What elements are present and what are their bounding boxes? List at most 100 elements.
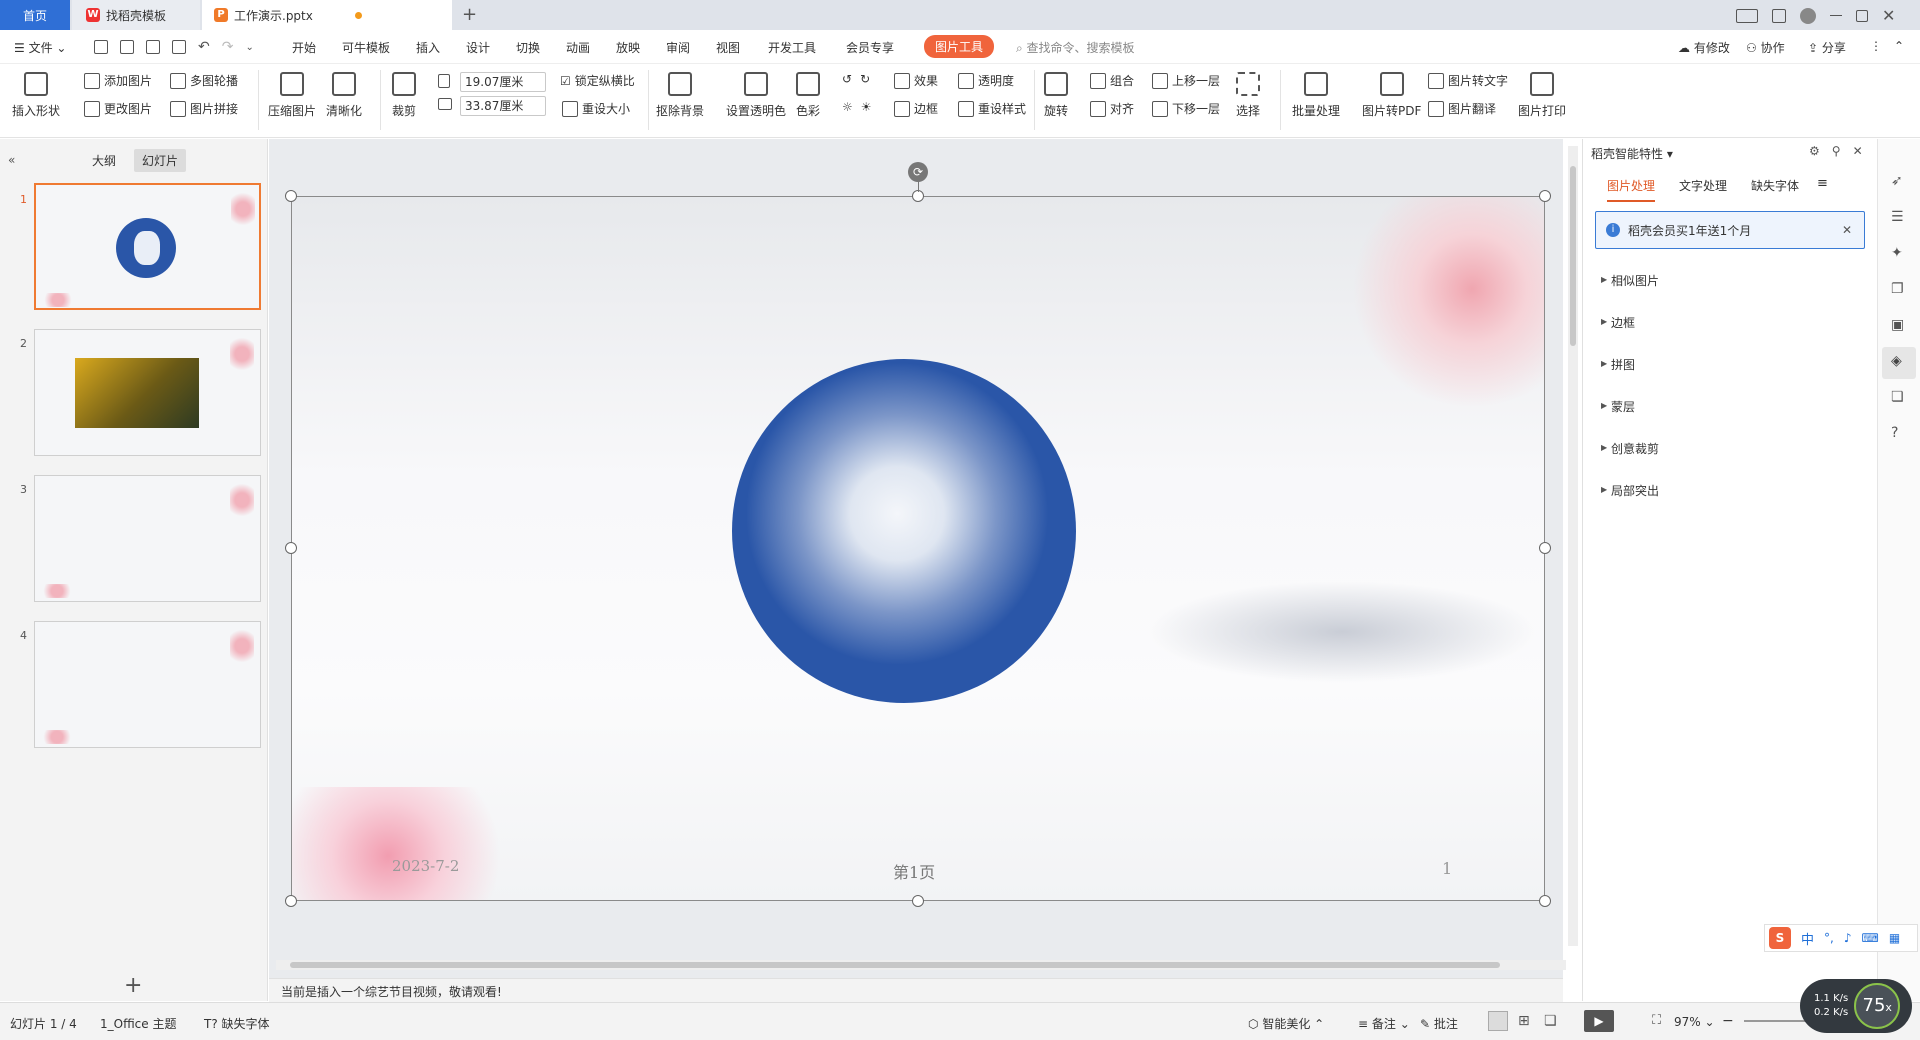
missing-font-button[interactable]: T? 缺失字体 [204,1015,270,1032]
slide-canvas[interactable]: 2023-7-2 第1页 1 [291,196,1545,901]
creative-crop-item[interactable]: 创意裁剪 [1611,440,1659,457]
reset-style-button[interactable]: 重设样式 [958,100,1026,117]
compress-button[interactable]: 压缩图片 [268,72,316,119]
slide-thumbnail-2[interactable] [34,329,261,456]
send-backward-button[interactable]: 下移一层 [1152,100,1220,117]
height-input[interactable]: 19.07厘米 [460,72,546,92]
picture-stitch-button[interactable]: 图片拼接 [170,100,238,117]
menu-design[interactable]: 设计 [466,39,490,56]
tab-text-processing[interactable]: 文字处理 [1679,177,1727,194]
slide-thumbnail-1[interactable] [34,183,261,310]
slide-sorter-icon[interactable]: ⊞ [1518,1013,1530,1029]
redo-icon[interactable]: ↷ [222,39,234,55]
keyboard-icon[interactable]: ⌨ [1862,931,1879,945]
menu-transition[interactable]: 切换 [516,39,540,56]
ime-mode[interactable]: 中 [1801,929,1814,948]
menu-dev-tools[interactable]: 开发工具 [768,39,816,56]
zoom-level[interactable]: 97% ⌄ [1674,1015,1715,1029]
crop-button[interactable]: 裁剪 [392,72,416,119]
rocket-icon[interactable]: ➶ [1891,173,1903,189]
tab-document[interactable]: P 工作演示.pptx [202,0,452,30]
reading-view-icon[interactable]: ❏ [1544,1013,1557,1029]
vertical-scroll-thumb[interactable] [1570,166,1576,346]
slide-thumbnail-4[interactable] [34,621,261,748]
to-text-button[interactable]: 图片转文字 [1428,72,1508,89]
slide-thumbnail-3[interactable] [34,475,261,602]
multi-carousel-button[interactable]: 多图轮播 [170,72,238,89]
preview-icon[interactable] [172,40,186,54]
to-pdf-button[interactable]: 图片转PDF [1362,72,1421,119]
menu-start[interactable]: 开始 [292,39,316,56]
set-transparent-button[interactable]: 设置透明色 [726,72,786,119]
export-icon[interactable] [120,40,134,54]
border-button[interactable]: 边框 [894,100,938,117]
brightness-controls[interactable]: ↺ ↻ [842,72,870,86]
avatar[interactable] [1800,7,1816,24]
menu-member[interactable]: 会员专享 [846,39,894,56]
add-picture-button[interactable]: 添加图片 [84,72,152,89]
book-icon[interactable]: ❏ [1891,389,1904,405]
collapse-ribbon-icon[interactable]: ⌃ [1894,39,1904,53]
normal-view-icon[interactable] [1488,1011,1508,1031]
local-highlight-item[interactable]: 局部突出 [1611,482,1659,499]
fit-window-icon[interactable]: ⛶ [1652,1013,1661,1028]
picture-icon[interactable]: ▣ [1891,317,1904,333]
ime-toolbar[interactable]: S 中 °, ♪ ⌨ ▦ [1764,924,1918,952]
close-icon[interactable]: ✕ [1853,144,1863,158]
minimize-icon[interactable] [1830,15,1842,16]
mask-item[interactable]: 蒙层 [1611,398,1635,415]
menu-view[interactable]: 视图 [716,39,740,56]
translate-button[interactable]: 图片翻译 [1428,100,1496,117]
grid-icon[interactable]: ▦ [1889,931,1900,945]
punctuation-icon[interactable]: °, [1824,931,1834,945]
tab-missing-fonts[interactable]: 缺失字体 [1751,177,1799,194]
tab-picture-processing[interactable]: 图片处理 [1607,177,1656,202]
more-icon[interactable]: ⋮ [1870,39,1882,53]
similar-pictures-item[interactable]: 相似图片 [1611,272,1659,289]
border-item[interactable]: 边框 [1611,314,1635,331]
tab-template[interactable]: W 找稻壳模板 [72,0,200,30]
copy-icon[interactable]: ❐ [1891,281,1904,297]
microphone-icon[interactable]: ♪ [1844,931,1852,945]
batch-button[interactable]: 批量处理 [1292,72,1340,119]
bring-forward-button[interactable]: 上移一层 [1152,72,1220,89]
resize-handle[interactable] [1539,190,1551,202]
reset-size-button[interactable]: 重设大小 [562,100,630,117]
play-slideshow-button[interactable]: ▶ [1584,1010,1614,1032]
collaborate-button[interactable]: ⚇ 协作 [1746,39,1785,56]
sliders-icon[interactable]: ☰ [1891,209,1904,225]
has-changes-button[interactable]: ☁ 有修改 [1678,39,1730,56]
network-speed-widget[interactable]: 1.1 K/s 0.2 K/s 75x [1800,979,1912,1033]
group-button[interactable]: 组合 [1090,72,1134,89]
resize-handle[interactable] [285,895,297,907]
resize-handle[interactable] [285,190,297,202]
pin-icon[interactable]: ⚲ [1832,144,1841,158]
color-button[interactable]: 色彩 [796,72,820,119]
contrast-icon[interactable]: ☀ [861,100,872,114]
chevron-down-icon[interactable]: ⌄ [245,42,253,53]
comments-button[interactable]: ✎ 批注 [1420,1015,1458,1032]
tab-home[interactable]: 首页 [0,0,70,30]
outline-tab[interactable]: 大纲 [92,152,116,169]
transparency-button[interactable]: 透明度 [958,72,1014,89]
menu-picture-tools[interactable]: 图片工具 [924,35,995,58]
smart-beautify-button[interactable]: ⬡ 智能美化 ⌃ [1248,1015,1324,1032]
rotate-left-icon[interactable]: ↺ [842,72,852,86]
restore-icon[interactable] [1856,9,1868,22]
add-slide-button[interactable]: + [124,973,142,998]
effects-button[interactable]: 效果 [894,72,938,89]
align-button[interactable]: 对齐 [1090,100,1134,117]
menu-icon[interactable]: ≡ [1817,176,1828,191]
print-picture-button[interactable]: 图片打印 [1518,72,1566,119]
sharpen-button[interactable]: 清晰化 [326,72,362,119]
contrast-controls[interactable]: ☼ ☀ [842,100,872,114]
file-menu[interactable]: ☰ 文件 ⌄ [14,39,66,56]
collapse-panel-icon[interactable]: « [8,153,15,167]
resize-handle[interactable] [285,542,297,554]
window-layout-icon[interactable] [1736,8,1758,23]
slides-tab[interactable]: 幻灯片 [134,149,187,172]
menu-animation[interactable]: 动画 [566,39,590,56]
resize-handle[interactable] [1539,895,1551,907]
rotate-button[interactable]: 旋转 [1044,72,1068,119]
new-tab-button[interactable]: + [462,4,477,25]
